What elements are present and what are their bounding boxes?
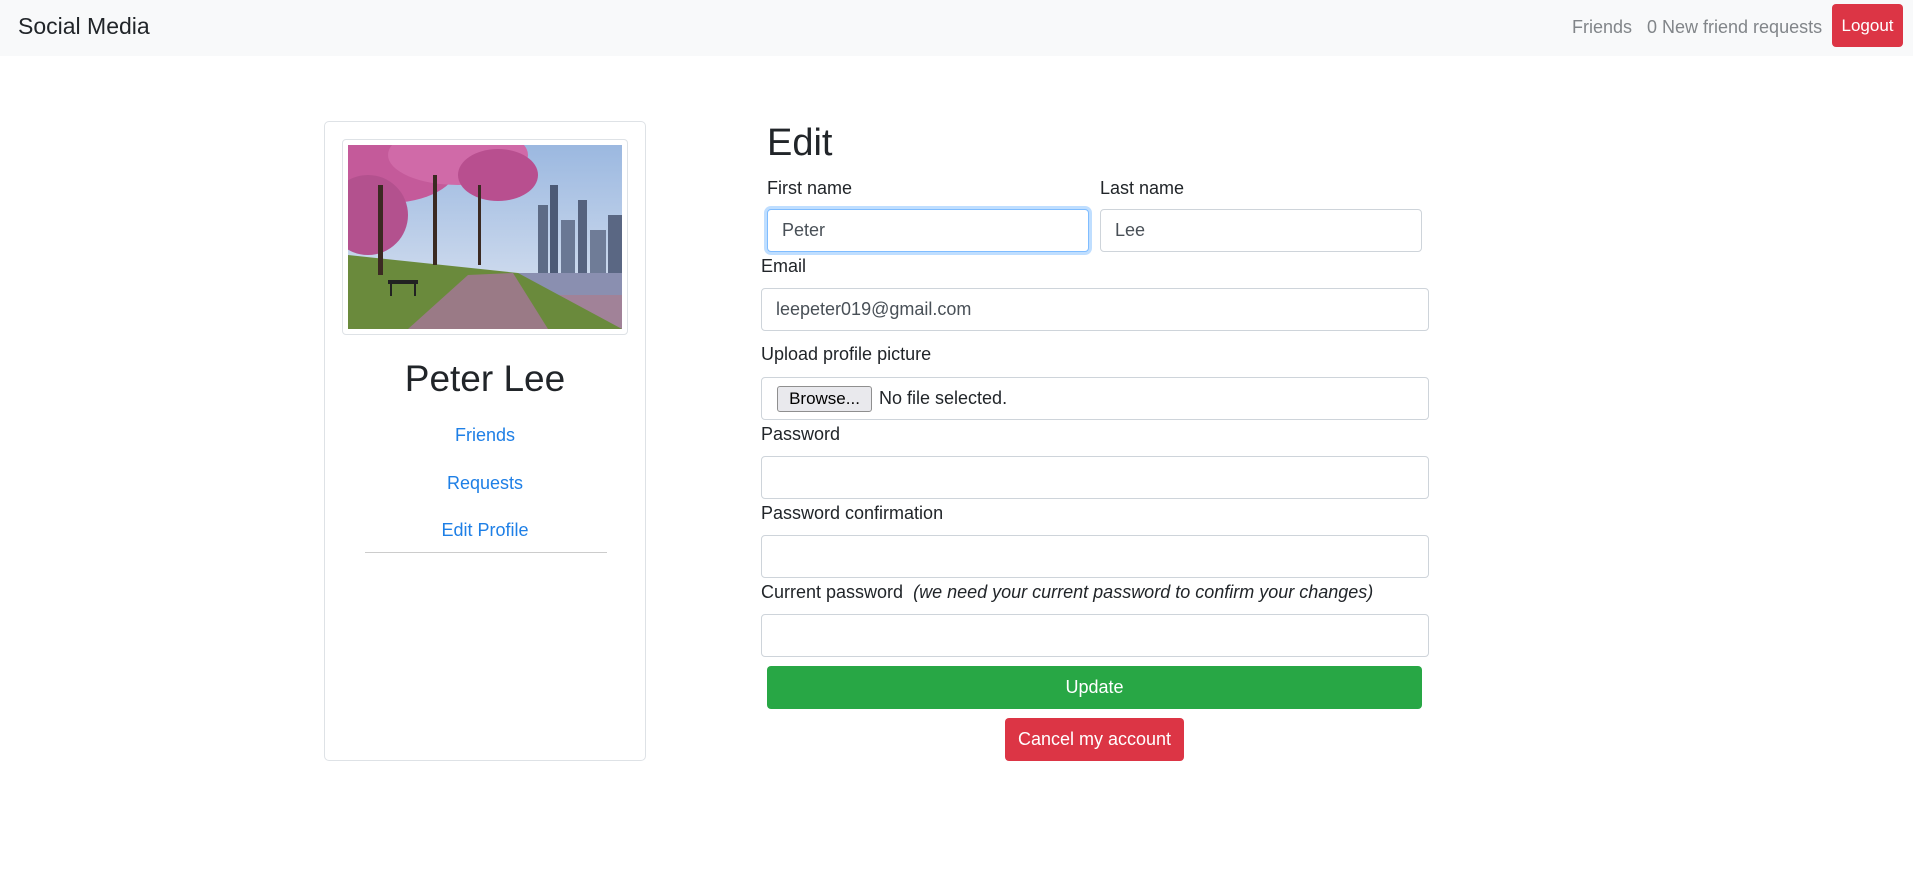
page-title: Edit [767,122,833,164]
last-name-label: Last name [1100,178,1185,198]
last-name-field[interactable]: Lee [1100,209,1422,252]
sidebar-requests-link[interactable]: Requests [325,473,645,494]
logout-button[interactable]: Logout [1832,4,1903,47]
password-label: Password [761,424,841,444]
upload-profile-picture-label: Upload profile picture [761,344,932,364]
current-password-label-text: Current password [761,582,904,602]
profile-card: Peter Lee Friends Requests Edit Profile [324,121,646,761]
profile-picture-file-input[interactable]: Browse... No file selected. [761,377,1429,420]
password-confirmation-label: Password confirmation [761,503,944,523]
sidebar-friends-link[interactable]: Friends [325,425,645,446]
navbar: Social Media Friends 0 New friend reques… [0,0,1913,56]
email-field[interactable]: leepeter019@gmail.com [761,288,1429,331]
profile-name: Peter Lee [404,358,566,399]
brand-link[interactable]: Social Media [18,13,150,40]
first-name-label: First name [767,178,853,198]
nav-friends-link[interactable]: Friends [1572,17,1632,38]
profile-photo [348,145,622,329]
password-confirmation-field[interactable] [761,535,1429,578]
first-name-field[interactable]: Peter [767,209,1089,252]
current-password-hint: (we need your current password to confir… [913,582,1374,602]
password-field[interactable] [761,456,1429,499]
browse-button[interactable]: Browse... [777,386,872,412]
cancel-account-button[interactable]: Cancel my account [1005,718,1184,761]
update-button[interactable]: Update [767,666,1422,709]
sidebar-edit-profile-link[interactable]: Edit Profile [325,520,645,541]
current-password-label: Current password (we need your current p… [761,582,1373,603]
sidebar-divider [365,552,607,553]
profile-photo-frame [342,139,628,335]
current-password-field[interactable] [761,614,1429,657]
email-label: Email [761,256,807,276]
nav-friend-requests-link[interactable]: 0 New friend requests [1647,17,1822,38]
no-file-text: No file selected. [879,388,1008,408]
